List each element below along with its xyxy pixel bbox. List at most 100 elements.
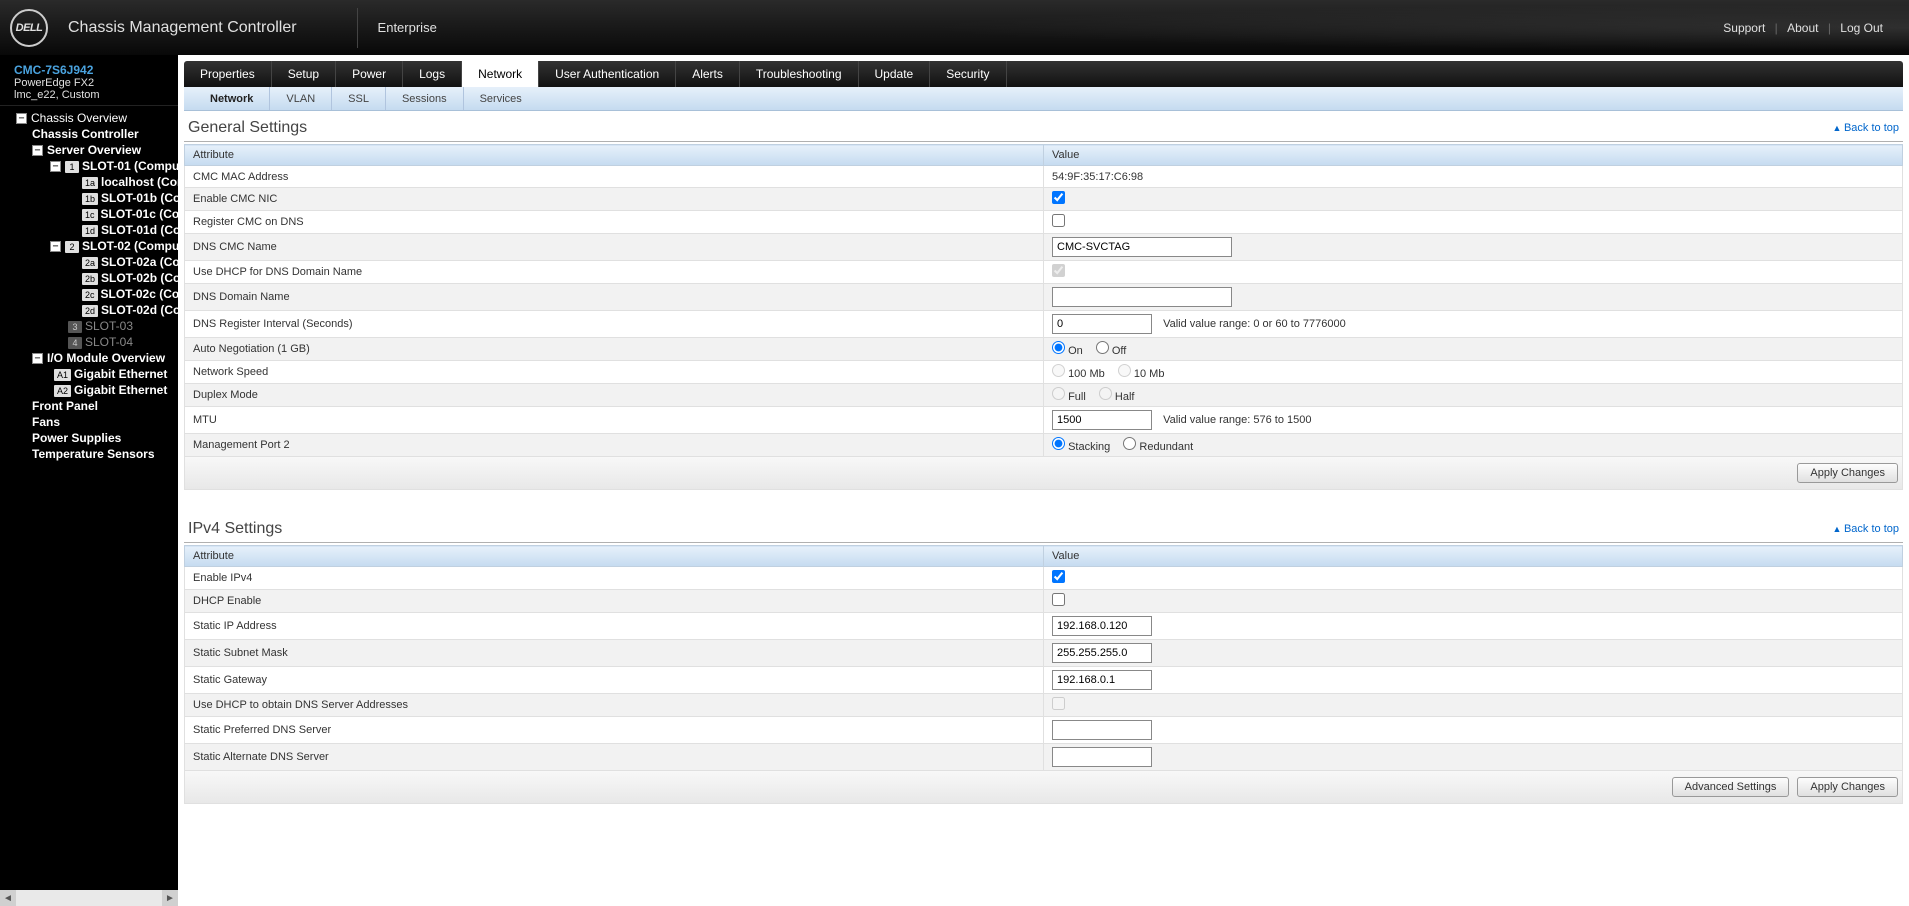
tree-slot-01[interactable]: SLOT-01 (Compute [82, 159, 178, 173]
tree-server-overview[interactable]: Server Overview [47, 143, 141, 157]
subtab-vlan[interactable]: VLAN [270, 87, 332, 110]
tree-slot-02a[interactable]: SLOT-02a (Con [101, 255, 178, 269]
row-label: Duplex Mode [185, 384, 1044, 407]
duplex-half-radio [1099, 387, 1112, 400]
tree-io-module-overview[interactable]: I/O Module Overview [47, 351, 165, 365]
support-link[interactable]: Support [1723, 21, 1765, 35]
row-label: Network Speed [185, 361, 1044, 384]
row-label: Auto Negotiation (1 GB) [185, 338, 1044, 361]
tree-slot-01c[interactable]: SLOT-01c (Con [101, 207, 178, 221]
row-label: Enable CMC NIC [185, 188, 1044, 211]
duplex-full-radio [1052, 387, 1065, 400]
sidebar: CMC-7S6J942 PowerEdge FX2 lmc_e22, Custo… [0, 55, 178, 906]
tree-slot-02d[interactable]: SLOT-02d (Con [101, 303, 178, 317]
enable-nic-checkbox[interactable] [1052, 191, 1065, 204]
tab-power[interactable]: Power [336, 61, 403, 87]
tree-front-panel[interactable]: Front Panel [32, 399, 98, 413]
mgmt2-stacking-radio[interactable] [1052, 437, 1065, 450]
subtab-ssl[interactable]: SSL [332, 87, 386, 110]
tree-slot-02[interactable]: SLOT-02 (Compute [82, 239, 178, 253]
about-link[interactable]: About [1787, 21, 1818, 35]
tab-update[interactable]: Update [859, 61, 931, 87]
row-label: Enable IPv4 [185, 567, 1044, 590]
tree-chassis-overview[interactable]: Chassis Overview [31, 111, 127, 125]
dhcp-enable-checkbox[interactable] [1052, 593, 1065, 606]
subnet-mask-input[interactable] [1052, 643, 1152, 663]
tree-slot-03[interactable]: SLOT-03 [85, 319, 133, 333]
row-label: Use DHCP to obtain DNS Server Addresses [185, 694, 1044, 717]
apply-changes-button[interactable]: Apply Changes [1797, 463, 1898, 483]
collapse-icon[interactable]: − [50, 241, 61, 252]
register-dns-checkbox[interactable] [1052, 214, 1065, 227]
mtu-hint: Valid value range: 576 to 1500 [1163, 414, 1311, 426]
alternate-dns-input[interactable] [1052, 747, 1152, 767]
model-label: PowerEdge FX2 [14, 77, 168, 89]
tab-logs[interactable]: Logs [403, 61, 462, 87]
mgmt2-redundant-radio[interactable] [1123, 437, 1136, 450]
dns-cmc-name-input[interactable] [1052, 237, 1232, 257]
tree-io-a1[interactable]: Gigabit Ethernet [74, 367, 167, 381]
dns-domain-name-input[interactable] [1052, 287, 1232, 307]
tree-temperature-sensors[interactable]: Temperature Sensors [32, 447, 155, 461]
tree-slot-01b[interactable]: SLOT-01b (Con [101, 191, 178, 205]
collapse-icon[interactable]: − [50, 161, 61, 172]
section-title-ipv4: IPv4 Settings [188, 520, 282, 538]
collapse-icon[interactable]: − [32, 353, 43, 364]
static-ip-input[interactable] [1052, 616, 1152, 636]
tree-fans[interactable]: Fans [32, 415, 60, 429]
collapse-icon[interactable]: − [32, 145, 43, 156]
tree-slot-01a[interactable]: localhost (Com [101, 175, 178, 189]
enable-ipv4-checkbox[interactable] [1052, 570, 1065, 583]
collapse-icon[interactable]: − [16, 113, 27, 124]
advanced-settings-button[interactable]: Advanced Settings [1672, 777, 1790, 797]
row-label: Static IP Address [185, 613, 1044, 640]
tree-chassis-controller[interactable]: Chassis Controller [32, 127, 139, 141]
tree-slot-02b[interactable]: SLOT-02b (Con [101, 271, 178, 285]
auto-neg-off-radio[interactable] [1096, 341, 1109, 354]
scroll-left-icon[interactable]: ◄ [0, 890, 16, 906]
tree-slot-02c[interactable]: SLOT-02c (Con [101, 287, 178, 301]
dhcp-dns-checkbox [1052, 697, 1065, 710]
back-to-top-link[interactable]: Back to top [1833, 523, 1899, 535]
tree-slot-04[interactable]: SLOT-04 [85, 335, 133, 349]
tab-alerts[interactable]: Alerts [676, 61, 740, 87]
ipv4-button-row: Advanced Settings Apply Changes [184, 771, 1903, 804]
row-label: Static Subnet Mask [185, 640, 1044, 667]
sidebar-header: CMC-7S6J942 PowerEdge FX2 lmc_e22, Custo… [0, 55, 178, 106]
back-to-top-link[interactable]: Back to top [1833, 122, 1899, 134]
general-button-row: Apply Changes [184, 457, 1903, 490]
tree-slot-01d[interactable]: SLOT-01d (Con [101, 223, 178, 237]
dns-interval-hint: Valid value range: 0 or 60 to 7776000 [1163, 318, 1346, 330]
tab-network[interactable]: Network [462, 61, 539, 87]
mtu-input[interactable] [1052, 410, 1152, 430]
col-attribute: Attribute [185, 546, 1044, 567]
sidebar-scrollbar[interactable]: ◄ ► [0, 890, 178, 906]
tree-io-a2[interactable]: Gigabit Ethernet [74, 383, 167, 397]
subtab-services[interactable]: Services [464, 87, 538, 110]
dell-logo-icon: DELL [10, 9, 48, 47]
section-header-general: General Settings Back to top [184, 113, 1903, 142]
row-label: Static Alternate DNS Server [185, 744, 1044, 771]
tree-power-supplies[interactable]: Power Supplies [32, 431, 121, 445]
logout-link[interactable]: Log Out [1840, 21, 1883, 35]
subtab-network[interactable]: Network [194, 87, 270, 110]
top-bar: DELL Chassis Management Controller Enter… [0, 0, 1909, 55]
preferred-dns-input[interactable] [1052, 720, 1152, 740]
static-gateway-input[interactable] [1052, 670, 1152, 690]
section-title-general: General Settings [188, 119, 307, 137]
general-settings-table: Attribute Value CMC MAC Address 54:9F:35… [184, 144, 1903, 457]
subtab-sessions[interactable]: Sessions [386, 87, 464, 110]
tab-user-authentication[interactable]: User Authentication [539, 61, 676, 87]
tab-troubleshooting[interactable]: Troubleshooting [740, 61, 859, 87]
tab-setup[interactable]: Setup [272, 61, 336, 87]
auto-neg-on-radio[interactable] [1052, 341, 1065, 354]
main-tabs: Properties Setup Power Logs Network User… [184, 61, 1903, 87]
tab-properties[interactable]: Properties [184, 61, 272, 87]
apply-changes-button[interactable]: Apply Changes [1797, 777, 1898, 797]
brand-title: Chassis Management Controller [68, 19, 297, 37]
tab-security[interactable]: Security [930, 61, 1006, 87]
ipv4-settings-table: Attribute Value Enable IPv4 DHCP Enable … [184, 545, 1903, 771]
dns-interval-input[interactable] [1052, 314, 1152, 334]
scroll-right-icon[interactable]: ► [162, 890, 178, 906]
service-tag[interactable]: CMC-7S6J942 [14, 63, 168, 77]
